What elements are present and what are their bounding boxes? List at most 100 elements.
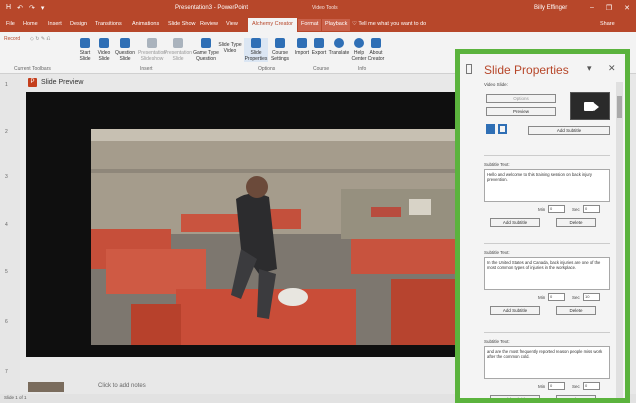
group-course: Course (313, 66, 330, 72)
start-slide-button[interactable]: Start Slide (74, 38, 96, 62)
presentation-slide-button[interactable]: Presentation Slide (162, 38, 194, 62)
import-button[interactable]: Import (293, 38, 311, 56)
divider (484, 155, 610, 156)
slide-properties-button[interactable]: Slide Properties (244, 38, 268, 62)
record-toolbar-button[interactable]: Record (4, 36, 20, 42)
slide-rail: 1 2 3 4 5 6 7 (0, 74, 20, 394)
subtitle-text-field[interactable]: In the United States and Canada, back in… (484, 257, 610, 290)
tab-file[interactable]: File (6, 21, 15, 27)
video-slide-icon (99, 38, 109, 48)
add-subtitle-button[interactable]: Add Subtitle (490, 395, 540, 398)
sec-stepper[interactable]: 10 (583, 293, 600, 301)
notes-placeholder[interactable]: Click to add notes (98, 383, 146, 389)
sec-label: Sec (572, 384, 580, 389)
slide-counter: Slide 1 of 1 (4, 395, 27, 400)
export-icon (314, 38, 324, 48)
tab-view[interactable]: View (226, 21, 238, 27)
panel-close-icon[interactable]: ✕ (608, 63, 616, 74)
scrollbar-thumb[interactable] (617, 96, 622, 118)
delete-subtitle-button[interactable]: Delete (556, 218, 596, 227)
min-stepper[interactable]: 0 (548, 205, 565, 213)
export-button[interactable]: Export (310, 38, 328, 56)
min-stepper[interactable]: 0 (548, 382, 565, 390)
video-camera-lens-icon (594, 103, 599, 111)
add-subtitle-button[interactable]: Add Subtitle (490, 218, 540, 227)
tab-transitions[interactable]: Transitions (95, 21, 122, 27)
course-settings-button[interactable]: Course Settings (268, 38, 292, 62)
powerpoint-icon: P (28, 78, 37, 87)
delete-subtitle-button[interactable]: Delete (556, 306, 596, 315)
user-name[interactable]: Billy Effinger (534, 5, 567, 11)
game-question-icon (201, 38, 211, 48)
redo-icon[interactable]: ↷ (29, 4, 35, 12)
min-label: Min (538, 384, 546, 389)
preview-button[interactable]: Preview (486, 107, 556, 116)
subtitle-text-label: Subtitle Text: (484, 339, 510, 344)
presentation-slideshow-label-2: Slideshow (140, 56, 164, 62)
share-button[interactable]: Share (600, 21, 615, 27)
add-subtitle-button[interactable]: Add Subtitle (490, 306, 540, 315)
notes-pane[interactable]: Click to add notes (20, 380, 460, 394)
import-label: Import (294, 50, 310, 56)
start-slide-icon (80, 38, 90, 48)
course-settings-label-2: Settings (270, 56, 290, 62)
tell-me-search[interactable]: ♡ Tell me what you want to do (352, 21, 426, 27)
slide-canvas[interactable] (26, 92, 461, 357)
slide-properties-icon (251, 38, 261, 48)
tab-review[interactable]: Review (200, 21, 218, 27)
customize-qat-icon[interactable]: ▾ (41, 4, 45, 12)
delete-subtitle-button[interactable]: Delete (556, 395, 596, 398)
about-creator-button[interactable]: About Creator (366, 38, 386, 62)
sec-stepper[interactable]: 0 (583, 382, 600, 390)
tab-design[interactable]: Design (70, 21, 87, 27)
tab-slide-show[interactable]: Slide Show (168, 21, 196, 27)
question-slide-icon (120, 38, 130, 48)
slide-type-video-dropdown[interactable]: Slide Type Video (218, 42, 242, 54)
video-thumb[interactable] (570, 92, 610, 120)
rail-number: 7 (5, 369, 8, 375)
breakroom-video-image (91, 129, 461, 345)
import-icon (297, 38, 307, 48)
sec-stepper[interactable]: 0 (583, 205, 600, 213)
save-icon[interactable]: H (6, 4, 11, 12)
group-current-toolbars: Current Toolbars (14, 66, 51, 72)
tab-format[interactable]: Format (298, 19, 322, 31)
subtitle-block: Subtitle Text: and are the most frequent… (484, 326, 610, 398)
subtitle-text-field[interactable]: Hello and welcome to this training sessi… (484, 169, 610, 202)
video-slide-button[interactable]: Video Slide (94, 38, 114, 62)
sec-label: Sec (572, 295, 580, 300)
video-edit-icon[interactable] (498, 124, 507, 134)
video-frame[interactable] (91, 129, 461, 345)
help-label-2: Center (351, 56, 367, 62)
subtitle-text-field[interactable]: and are the most frequently reported rea… (484, 346, 610, 379)
video-file-icon[interactable] (486, 124, 495, 134)
game-type-label-2: Question (195, 56, 216, 62)
video-slide-label-2: Slide (98, 56, 110, 62)
video-camera-icon (584, 102, 594, 111)
tab-home[interactable]: Home (23, 21, 38, 27)
add-subtitle-top-button[interactable]: Add Subtitle (528, 126, 610, 135)
tab-alchemy-creator[interactable]: Alchemy Creator (248, 18, 297, 32)
translate-label: Translate (328, 50, 350, 56)
about-creator-icon (371, 38, 381, 48)
slide-thumbnail[interactable] (28, 382, 64, 392)
close-window-icon[interactable]: ✕ (624, 4, 630, 12)
panel-scrollbar[interactable] (616, 82, 623, 398)
tab-playback[interactable]: Playback (322, 19, 351, 31)
translate-button[interactable]: Translate (327, 38, 351, 56)
options-button[interactable]: Options (486, 94, 556, 103)
minimize-icon[interactable]: – (590, 4, 594, 12)
tab-insert[interactable]: Insert (48, 21, 62, 27)
game-type-question-button[interactable]: Game Type Question (192, 38, 220, 62)
rail-number: 5 (5, 269, 8, 275)
tab-animations[interactable]: Animations (132, 21, 159, 27)
slide-preview-label: Slide Preview (41, 79, 84, 86)
group-options: Options (258, 66, 276, 72)
presentation-slideshow-icon (147, 38, 157, 48)
panel-handle-icon[interactable] (466, 64, 472, 74)
min-stepper[interactable]: 0 (548, 293, 565, 301)
undo-icon[interactable]: ↶ (17, 4, 23, 12)
restore-icon[interactable]: ❐ (606, 4, 612, 12)
panel-title: Slide Properties (484, 63, 569, 77)
panel-menu-icon[interactable]: ▾ (587, 63, 592, 74)
